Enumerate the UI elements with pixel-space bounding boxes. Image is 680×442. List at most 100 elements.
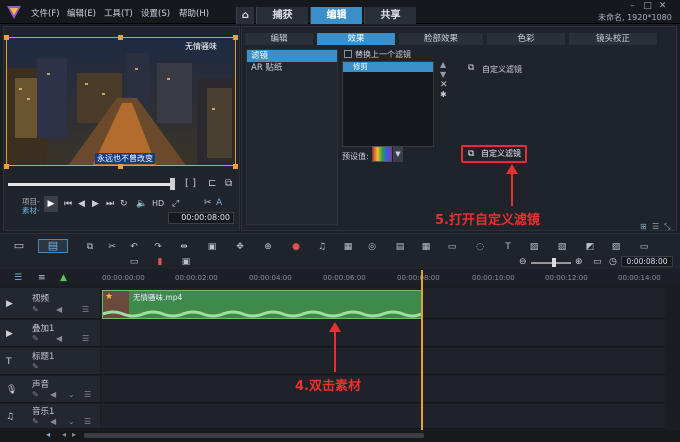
scrubber-handle[interactable] [170,178,175,190]
next-frame-icon[interactable]: ▶ [92,199,99,209]
mask-icon[interactable]: ▭ [446,242,458,252]
replace-icon[interactable]: ▣ [180,257,192,267]
chevron-down-icon[interactable]: ⌄ [68,390,75,399]
export-icon[interactable]: ▭ [638,242,650,252]
tab-color[interactable]: 色彩 [487,33,565,45]
mute-icon[interactable]: ◀ [56,305,62,314]
chevron-down-icon[interactable]: ⌄ [68,417,75,426]
preset-dropdown-icon[interactable]: ▼ [393,146,403,162]
mute-icon[interactable]: ◀ [56,334,62,343]
sidebar-item-ar-sticker[interactable]: AR 贴纸 [247,62,337,74]
menu-edit[interactable]: 编辑(E) [67,7,96,19]
timeline-view-icon[interactable]: ▤ [38,239,68,253]
video-preview[interactable]: 无情骚味 永远也不曾改变 [6,37,236,166]
track-header-overlay[interactable]: ▶ 叠加1 ✎ ◀ ☰ [0,320,100,347]
time-remap-icon[interactable]: ▤ [394,242,406,252]
tab-share[interactable]: 共享 [364,7,416,24]
fx-icon[interactable]: ▨ [610,242,622,252]
marker-icon[interactable]: ▮ [154,257,166,267]
track-header-video[interactable]: ▶ 视频 ✎ ◀ ☰ [0,288,100,319]
panel-list-icon[interactable]: ☰ [652,222,659,231]
preset-thumbnail[interactable] [372,146,392,162]
go-start-icon[interactable]: ⏮ [64,199,72,209]
home-icon[interactable]: ⌂ [236,7,254,24]
edit-icon[interactable]: ✎ [32,417,39,426]
edit-icon[interactable]: ✎ [32,362,39,371]
crop-handle[interactable] [118,35,123,40]
minimize-icon[interactable]: – [626,1,639,12]
timecode-display[interactable]: 00:00:08:00 [168,212,234,224]
title-tool-icon[interactable]: ▣ [206,242,218,252]
redo-icon[interactable]: ↷ [152,242,164,252]
edit-icon[interactable]: ✎ [32,390,39,399]
image-icon[interactable]: ▧ [556,242,568,252]
panel-view-icon[interactable]: ⊞ [640,222,647,231]
sidebar-item-filter[interactable]: 滤镜 [247,50,337,62]
fullscreen-icon[interactable]: ⤢ [172,199,179,209]
volume-icon[interactable]: 🔈 [136,199,147,209]
3d-title-icon[interactable]: T [502,242,514,252]
storyboard-view-icon[interactable]: ▭ [8,239,30,253]
repeat-icon[interactable]: ↻ [120,199,128,209]
scroll-left-icon[interactable]: ◂ [46,430,50,439]
volume-icon[interactable]: ◀ [50,390,56,399]
crop-handle[interactable] [233,164,238,169]
mark-out-icon[interactable]: A [216,198,222,208]
track-manager-icon[interactable]: ☰ [14,273,22,283]
play-button[interactable]: ▶ [44,196,58,212]
scrubber-bar[interactable] [8,183,173,186]
track-visibility-icon[interactable]: ☰ [84,390,91,399]
track-header-voice[interactable]: 🎙 声音 ✎ ◀ ⌄ ☰ [0,376,100,403]
filter-list-item[interactable]: 修剪 [343,62,433,72]
replace-filter-checkbox[interactable] [344,50,352,58]
close-icon[interactable]: ✕ [656,1,669,12]
menu-help[interactable]: 帮助(H) [179,7,209,19]
mode-clip[interactable]: 素材- [22,205,40,216]
tab-face-effects[interactable]: 脸部效果 [399,33,483,45]
audio-mixer-icon[interactable]: ♫ [316,242,328,252]
time-ruler[interactable]: 00:00:00:00 00:00:02:00 00:00:04:00 00:0… [100,270,678,286]
split-clip-icon[interactable]: ⇹ [178,242,190,252]
snapshot-icon[interactable]: ⧉ [225,178,232,189]
project-duration[interactable]: 0:00:08:00 [621,256,673,267]
fit-icon[interactable]: ▭ [593,257,602,267]
stabilize-icon[interactable]: ◩ [584,242,596,252]
edit-icon[interactable]: ✎ [32,305,39,314]
zoom-in-icon[interactable]: ⊕ [575,257,583,267]
crop-handle[interactable] [233,35,238,40]
grid-icon[interactable]: ▦ [420,242,432,252]
maximize-icon[interactable]: □ [641,1,654,12]
track-lane-voice[interactable] [101,376,665,403]
menu-file[interactable]: 文件(F) [31,7,60,19]
remove-filter-icon[interactable]: ✕ [440,80,448,90]
paint-icon[interactable]: ▨ [528,242,540,252]
loop-icon[interactable]: ◌ [474,242,486,252]
ripple-icon[interactable]: ▲ [60,273,67,283]
playhead[interactable] [421,270,423,442]
menu-settings[interactable]: 设置(S) [141,7,170,19]
crop-handle[interactable] [4,164,9,169]
track-header-title[interactable]: T 标题1 ✎ [0,348,100,375]
prev-frame-icon[interactable]: ◀ [78,199,85,209]
zoom-out-icon[interactable]: ⊖ [519,257,527,267]
track-lane-overlay[interactable] [101,320,665,347]
motion-icon[interactable]: ✥ [234,242,246,252]
zoom-slider-handle[interactable] [552,258,556,267]
hd-icon[interactable]: HD [152,199,164,208]
track-lane-title[interactable] [101,348,665,375]
tab-edit-options[interactable]: 编辑 [245,33,313,45]
copy-icon[interactable]: ⧉ [84,242,96,252]
scroll-left-icon[interactable]: ◂ [62,430,66,439]
trim-marker-icon[interactable]: [ ] [185,178,196,189]
pan-zoom-icon[interactable]: ⊕ [262,242,274,252]
video-clip[interactable]: ★ 无情骚味.mp4 [102,290,422,319]
multicam-icon[interactable]: ◎ [366,242,378,252]
tab-lens-correction[interactable]: 镜头校正 [569,33,657,45]
zoom-slider[interactable] [531,262,571,264]
undo-icon[interactable]: ↶ [128,242,140,252]
clock-icon[interactable]: ◷ [609,257,617,267]
track-visibility-icon[interactable]: ☰ [82,305,89,314]
tab-edit[interactable]: 编辑 [310,7,362,24]
chapter-icon[interactable]: ≡ [38,273,46,283]
tab-effects[interactable]: 效果 [317,33,395,45]
